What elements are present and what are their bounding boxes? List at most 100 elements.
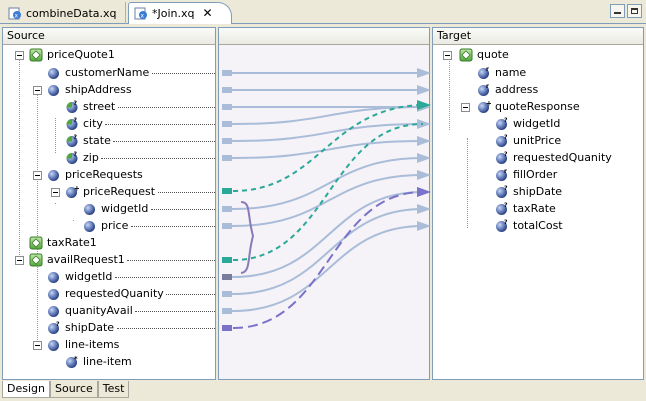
tree-node-taxrate[interactable]: taxRate <box>513 202 556 215</box>
tab-source[interactable]: Source <box>49 381 98 398</box>
svg-text:?: ? <box>504 185 508 192</box>
tree-node-quoteresponse[interactable]: quoteResponse <box>495 100 580 113</box>
element-icon <box>47 168 61 182</box>
mapping-link[interactable] <box>227 191 424 278</box>
mapping-handle[interactable] <box>222 87 232 93</box>
mapping-handle[interactable] <box>222 291 232 297</box>
tree-guide <box>19 56 20 261</box>
target-panel[interactable]: Target quote r name r address + quoteResponse?… <box>432 27 644 380</box>
tree-node-shipdate[interactable]: shipDate <box>513 185 562 198</box>
mapping-header <box>219 28 429 45</box>
tree-node-widgetid2[interactable]: widgetId <box>65 270 112 283</box>
element-icon: + <box>65 185 80 199</box>
tree-node-widgetid[interactable]: widgetId <box>513 117 560 130</box>
mapping-link[interactable] <box>227 157 424 210</box>
tree-node-lineitems[interactable]: line-items <box>65 338 119 351</box>
element-icon: ? <box>47 321 61 335</box>
collapse-toggle[interactable] <box>51 188 60 197</box>
element-icon: + <box>477 100 492 114</box>
collapse-toggle[interactable] <box>15 51 24 60</box>
tree-node-unitprice[interactable]: unitPrice <box>513 134 561 147</box>
tree-node-city[interactable]: city <box>83 117 103 130</box>
mapping-handle[interactable] <box>222 104 232 110</box>
connector-dots <box>105 124 215 125</box>
tree-node-requestedquanity[interactable]: requestedQuanity <box>513 151 612 164</box>
tree-node-pricerequests[interactable]: priceRequests <box>65 168 143 181</box>
join-brace[interactable] <box>240 201 255 274</box>
mapping-handle[interactable] <box>222 138 232 144</box>
tree-node-zip[interactable]: zip <box>83 151 99 164</box>
connector-dots <box>151 209 215 210</box>
tree-node-requestedquanity[interactable]: requestedQuanity <box>65 287 164 300</box>
collapse-toggle[interactable] <box>443 51 452 60</box>
mapping-link[interactable] <box>227 208 424 295</box>
tree-guide <box>467 138 468 228</box>
tree-node-state[interactable]: state <box>83 134 111 147</box>
tree-node-lineitem[interactable]: line-item <box>83 355 132 368</box>
editor-tab-bar: x combineData.xq x *Join.xq ✕ <box>0 0 646 24</box>
mapping-handle[interactable] <box>222 325 232 331</box>
collapse-toggle[interactable] <box>33 171 42 180</box>
mapping-handle[interactable] <box>222 70 232 76</box>
mapping-handle[interactable] <box>222 223 232 229</box>
tree-node-address[interactable]: address <box>495 83 538 96</box>
tree-node-totalcost[interactable]: totalCost <box>513 219 563 232</box>
tab-design[interactable]: Design <box>2 381 50 398</box>
mapping-link[interactable] <box>227 174 424 227</box>
mapping-handle[interactable] <box>222 188 232 194</box>
mapping-arrow <box>417 85 431 95</box>
tree-node-customername[interactable]: customerName <box>65 66 149 79</box>
element-icon <box>83 202 97 216</box>
tree-node-pricerequest[interactable]: priceRequest <box>83 185 155 198</box>
mapping-handle[interactable] <box>222 121 232 127</box>
tree-node-taxrate1[interactable]: taxRate1 <box>47 236 97 249</box>
collapse-toggle[interactable] <box>15 256 24 265</box>
connector-dots <box>118 107 215 108</box>
collapse-toggle[interactable] <box>33 341 42 350</box>
tree-node-price[interactable]: price <box>101 219 128 232</box>
mapping-link-dashed[interactable] <box>232 123 424 261</box>
collapse-toggle[interactable] <box>33 86 42 95</box>
tree-node-name[interactable]: name <box>495 66 526 79</box>
tree-node-quote[interactable]: quote <box>477 48 509 61</box>
collapse-toggle[interactable] <box>461 103 470 112</box>
mapping-handle[interactable] <box>222 308 232 314</box>
tab-test[interactable]: Test <box>97 381 130 398</box>
tree-guide <box>73 220 74 221</box>
connector-dots <box>135 311 215 312</box>
maximize-button[interactable] <box>627 4 642 18</box>
tab-combinedata[interactable]: x combineData.xq <box>2 2 126 24</box>
minimize-button[interactable] <box>610 4 625 18</box>
xquery-file-icon: x <box>134 6 148 20</box>
element-icon: ? <box>495 134 509 148</box>
mapping-arrow <box>417 170 431 180</box>
element-icon <box>47 304 61 318</box>
tree-node-shipdate[interactable]: shipDate <box>65 321 114 334</box>
mapping-handle[interactable] <box>222 257 232 263</box>
tree-node-quanityavail[interactable]: quanityAvail <box>65 304 133 317</box>
mapping-link-dashed[interactable] <box>232 104 424 192</box>
svg-text:?: ? <box>74 117 78 124</box>
mapping-handle[interactable] <box>222 155 232 161</box>
complex-type-icon <box>29 236 43 250</box>
tree-guide <box>55 118 56 153</box>
tree-node-widgetid[interactable]: widgetId <box>101 202 148 215</box>
mapping-handle[interactable] <box>222 274 232 280</box>
tree-node-availrequest1[interactable]: availRequest1 <box>47 253 125 266</box>
connector-dots <box>115 277 215 278</box>
element-icon <box>47 270 61 284</box>
element-icon: ? <box>65 117 79 131</box>
tree-node-street[interactable]: street <box>83 100 115 113</box>
tree-node-fillorder[interactable]: fillOrder <box>513 168 557 181</box>
element-icon <box>83 219 97 233</box>
mapping-link[interactable] <box>227 123 424 142</box>
connector-dots <box>166 294 215 295</box>
tab-join[interactable]: x *Join.xq ✕ <box>128 2 232 24</box>
source-panel[interactable]: Source priceQuote1 customerName shipAddres… <box>2 27 216 380</box>
complex-type-icon <box>29 48 43 62</box>
tree-node-pricequote1[interactable]: priceQuote1 <box>47 48 115 61</box>
mapping-panel[interactable] <box>218 27 431 380</box>
tree-node-shipaddress[interactable]: shipAddress <box>65 83 132 96</box>
close-icon[interactable]: ✕ <box>203 6 213 20</box>
mapping-handle[interactable] <box>222 206 232 212</box>
